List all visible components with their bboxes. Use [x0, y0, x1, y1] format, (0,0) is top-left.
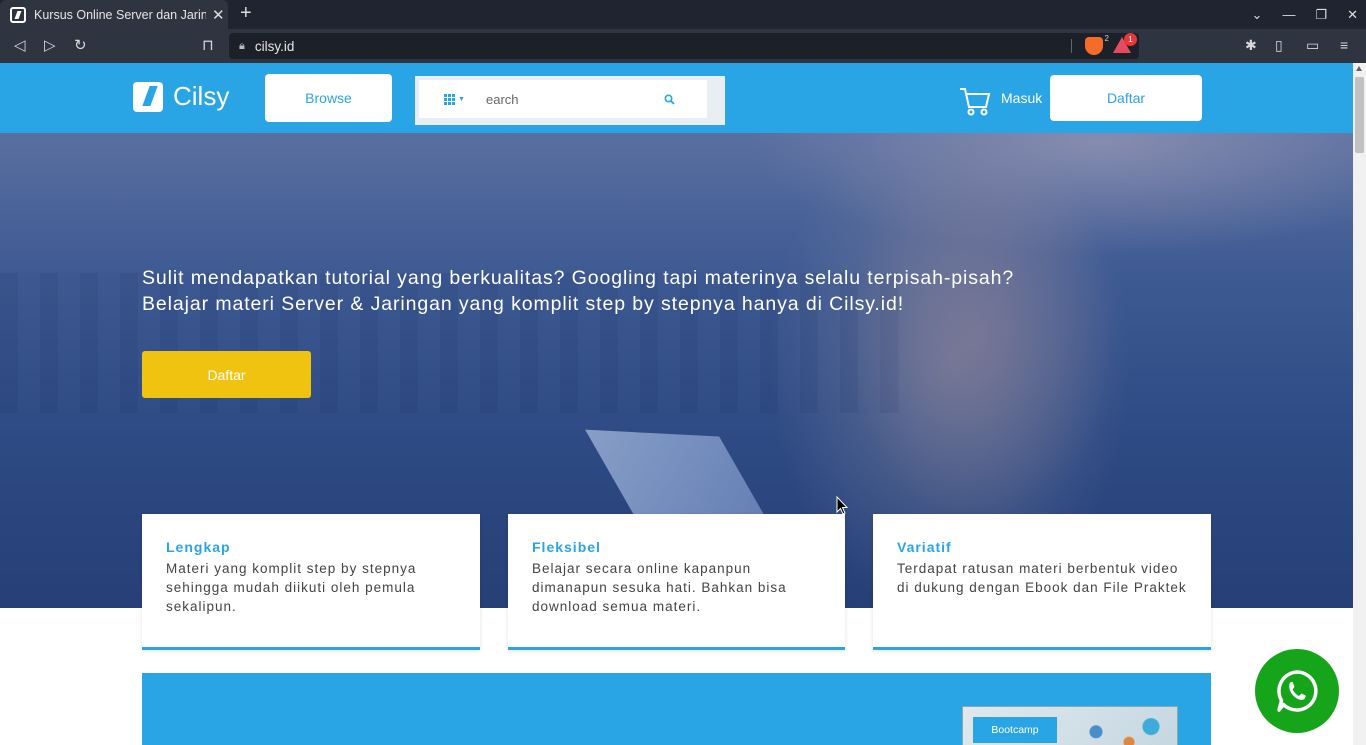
- feature-card-variatif: Variatif Terdapat ratusan materi berbent…: [873, 514, 1211, 650]
- feature-desc: Belajar secara online kapanpun dimanapun…: [532, 561, 787, 614]
- register-button[interactable]: Daftar: [1050, 75, 1202, 121]
- feature-title: Variatif: [897, 539, 952, 555]
- scroll-thumb[interactable]: [1355, 77, 1364, 153]
- category-dropdown[interactable]: ▼: [444, 93, 478, 105]
- logo-text: Cilsy: [173, 81, 230, 111]
- browser-toolbar: ◁ ▷ ↻ ⊓ 🔒︎ cilsy.id 2 1 ✱ ▯ ▭ ≡: [0, 29, 1366, 63]
- cart-icon[interactable]: [958, 83, 992, 117]
- feature-title: Fleksibel: [532, 539, 601, 555]
- tab-search-chevron-icon[interactable]: ⌄: [1252, 7, 1263, 23]
- window-controls: ⌄ — ❐ ✕: [1252, 0, 1358, 29]
- rewards-badge: 1: [1124, 33, 1137, 46]
- browser-tabbar: Kursus Online Server dan Jaringan ✕ + ⌄ …: [0, 0, 1366, 29]
- browse-button[interactable]: Browse: [265, 74, 392, 122]
- mouse-cursor-icon: [836, 496, 848, 515]
- extensions-icon[interactable]: ✱: [1245, 37, 1257, 54]
- tab-close-icon[interactable]: ✕: [212, 6, 225, 24]
- page-viewport: Cilsy Browse ▼ Masuk Daftar: [0, 63, 1353, 745]
- menu-icon[interactable]: ≡: [1340, 37, 1348, 53]
- login-link[interactable]: Masuk: [1001, 90, 1042, 106]
- feature-card-fleksibel: Fleksibel Belajar secara online kapanpun…: [508, 514, 845, 650]
- url-text: cilsy.id: [254, 38, 295, 54]
- whatsapp-button[interactable]: [1255, 649, 1339, 733]
- caret-down-icon: ▼: [458, 95, 465, 103]
- bookmark-icon[interactable]: ⊓: [202, 36, 214, 54]
- cilsy-logo-icon: [133, 81, 163, 112]
- reload-icon[interactable]: ↻: [74, 36, 87, 54]
- address-bar[interactable]: 🔒︎ cilsy.id 2 1: [229, 33, 1139, 59]
- tab-title: Kursus Online Server dan Jaringan: [34, 7, 206, 22]
- back-icon[interactable]: ◁: [14, 36, 26, 54]
- bootcamp-tag: Bootcamp: [973, 717, 1057, 743]
- minimize-icon[interactable]: —: [1282, 7, 1295, 22]
- search-box: ▼: [415, 76, 725, 125]
- feature-title: Lengkap: [166, 539, 231, 555]
- close-window-icon[interactable]: ✕: [1347, 7, 1358, 23]
- whatsapp-icon: [1277, 670, 1318, 712]
- hero-register-button[interactable]: Daftar: [142, 351, 311, 398]
- page-scrollbar[interactable]: [1353, 63, 1366, 745]
- search-icon[interactable]: [664, 93, 675, 105]
- restore-icon[interactable]: ❐: [1315, 7, 1327, 23]
- grid-icon: [444, 93, 455, 105]
- feature-card-lengkap: Lengkap Materi yang komplit step by step…: [142, 514, 480, 650]
- feature-desc: Terdapat ratusan materi berbentuk video …: [897, 561, 1187, 595]
- url-separator: [1071, 39, 1072, 53]
- feature-desc: Materi yang komplit step by stepnya sehi…: [166, 561, 417, 614]
- lock-icon: 🔒︎: [239, 39, 245, 52]
- sidebar-icon[interactable]: ▯: [1275, 37, 1283, 54]
- hero-headline-1: Sulit mendapatkan tutorial yang berkuali…: [142, 267, 1015, 289]
- hero-headline-2: Belajar materi Server & Jaringan yang ko…: [142, 293, 905, 315]
- site-header: Cilsy Browse ▼ Masuk Daftar: [0, 63, 1353, 133]
- scroll-up-icon[interactable]: [1356, 66, 1362, 71]
- wallet-icon[interactable]: ▭: [1306, 37, 1319, 54]
- cilsy-favicon-icon: [10, 6, 26, 23]
- site-logo[interactable]: Cilsy: [133, 81, 229, 112]
- new-tab-button[interactable]: +: [240, 2, 252, 25]
- forward-icon[interactable]: ▷: [44, 36, 56, 54]
- search-inner: ▼: [419, 80, 707, 118]
- search-input[interactable]: [486, 91, 656, 107]
- bootcamp-banner: Bootcamp: [142, 673, 1211, 745]
- browser-tab-active[interactable]: Kursus Online Server dan Jaringan ✕: [0, 0, 228, 29]
- bootcamp-illustration: [1063, 711, 1173, 745]
- shield-count: 2: [1104, 34, 1109, 43]
- brave-shield-icon[interactable]: [1085, 37, 1103, 55]
- bootcamp-image[interactable]: Bootcamp: [962, 706, 1178, 745]
